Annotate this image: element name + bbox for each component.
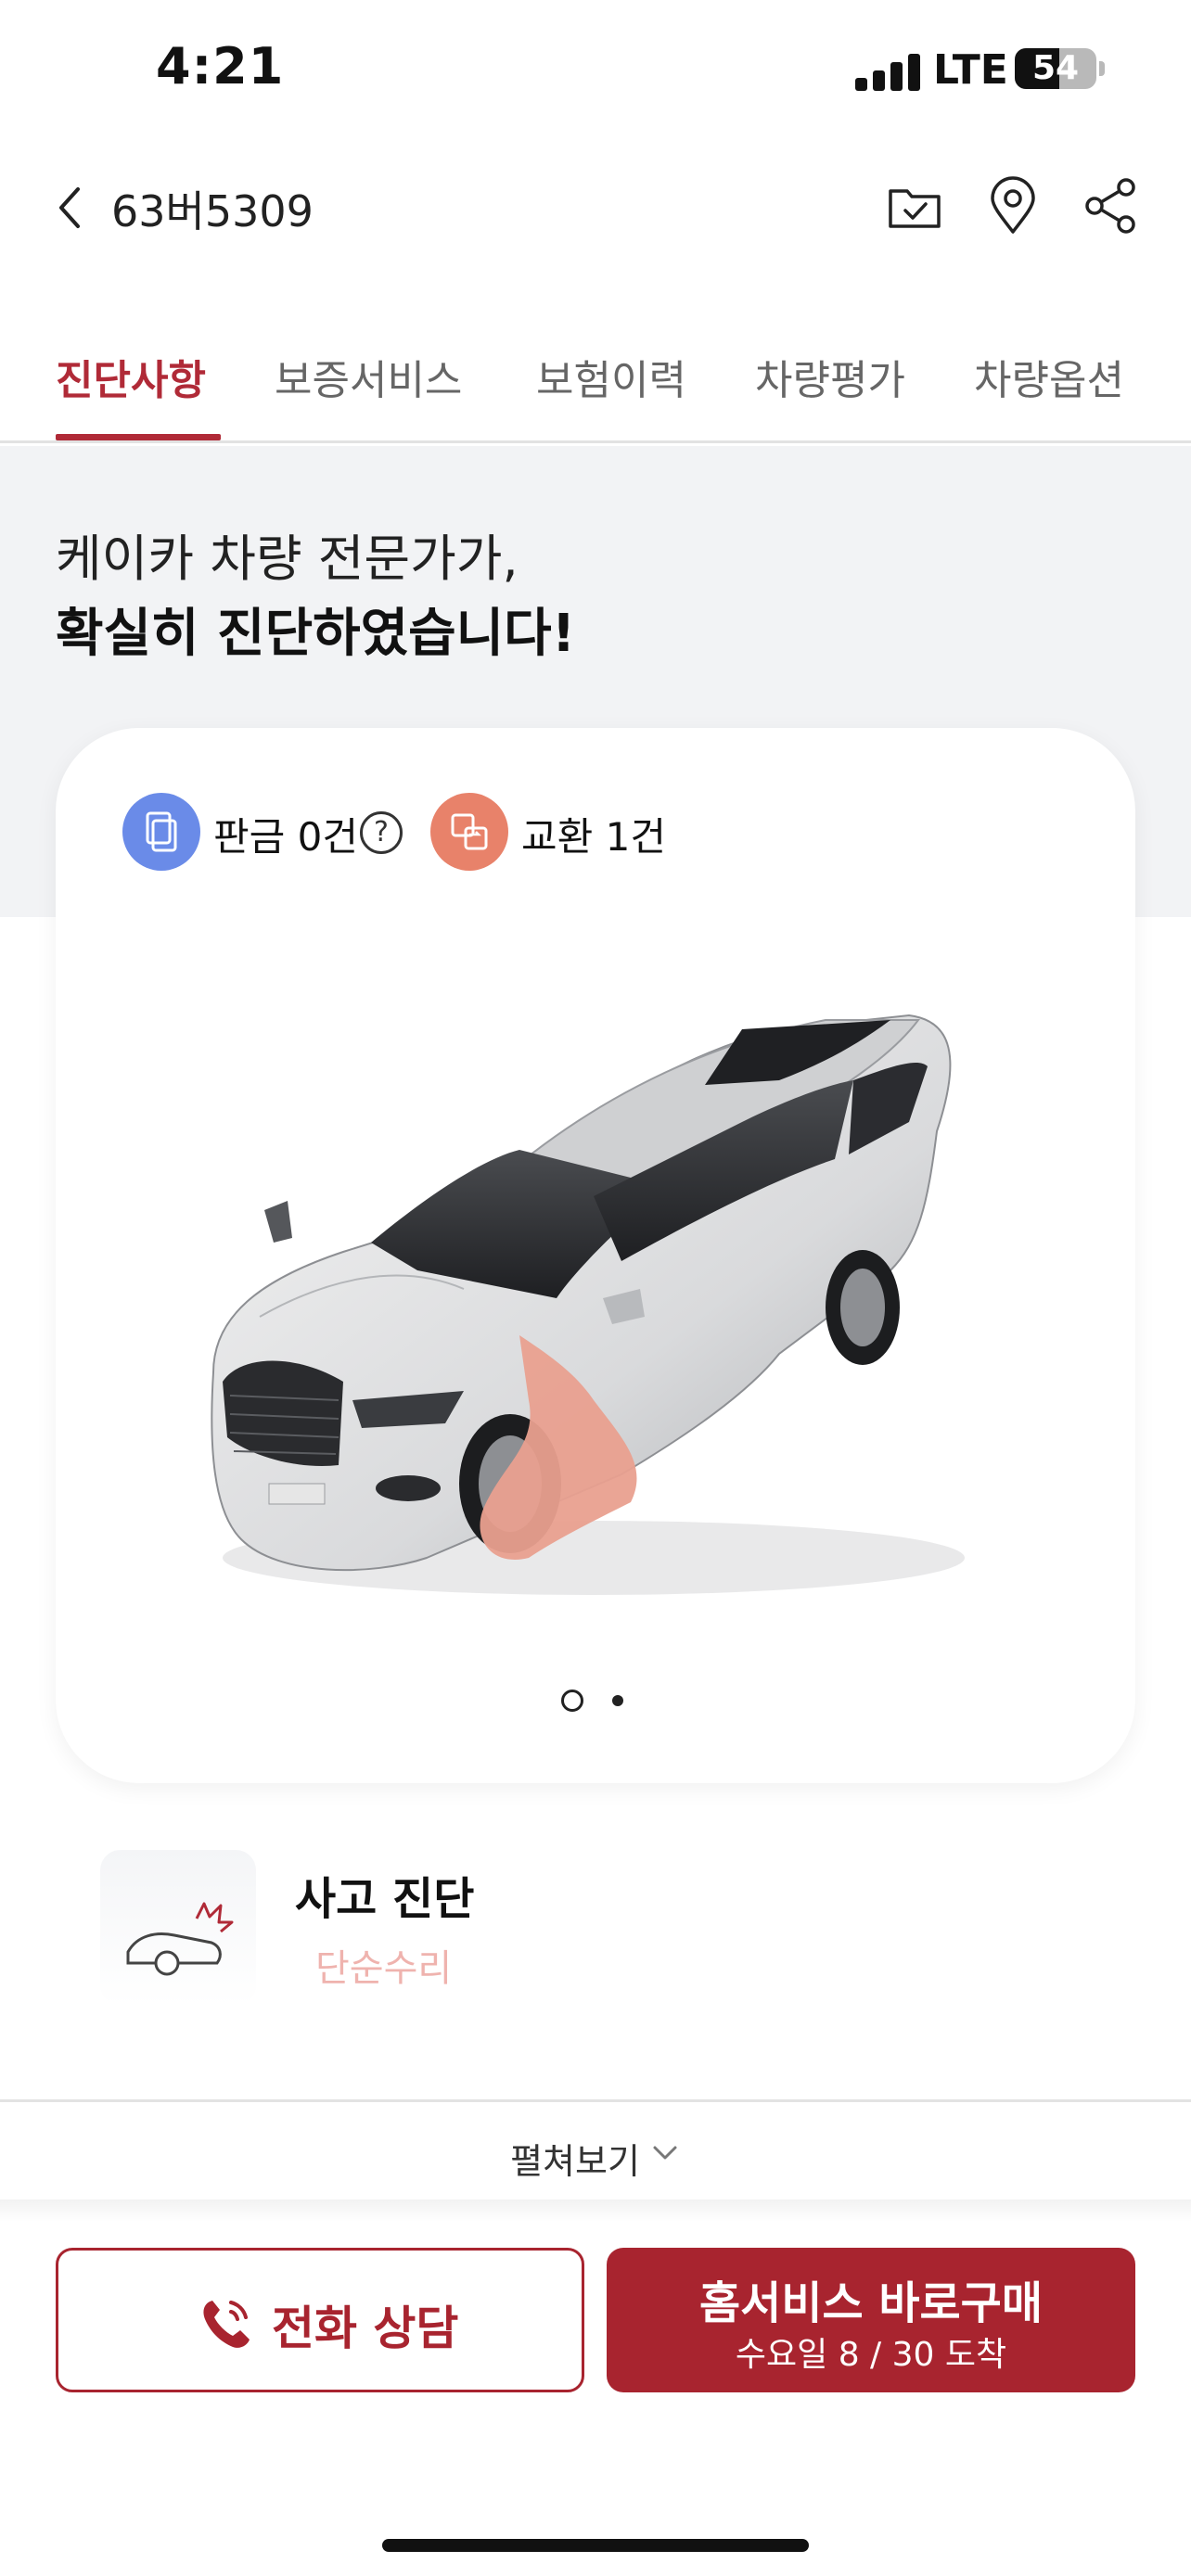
- top-header: 63버5309: [0, 158, 1191, 260]
- carousel-dot-2[interactable]: [612, 1695, 623, 1706]
- signal-icon: [855, 52, 920, 91]
- intro-line-1: 케이카 차량 전문가가,: [56, 529, 519, 588]
- phone-consult-label: 전화 상담: [272, 2302, 459, 2355]
- map-pin-icon[interactable]: [983, 176, 1043, 236]
- section-divider: [0, 2099, 1191, 2102]
- carousel-indicator: [0, 1686, 1191, 1714]
- status-time: 4:21: [156, 37, 285, 96]
- help-icon[interactable]: ?: [360, 811, 403, 854]
- legend-panel-label: 판금 0건: [213, 814, 358, 860]
- buy-label: 홈서비스 바로구매: [699, 2277, 1043, 2329]
- status-bar: 4:21 LTE 54: [0, 0, 1191, 139]
- active-tab-indicator: [56, 434, 221, 440]
- phone-icon: [203, 2301, 250, 2348]
- home-service-buy-button[interactable]: 홈서비스 바로구매 수요일 8 / 30 도착: [607, 2248, 1135, 2392]
- tab-vehicle-options[interactable]: 차량옵션: [974, 347, 1124, 406]
- chevron-left-icon[interactable]: [50, 184, 91, 232]
- car-crash-icon: [100, 1850, 256, 2006]
- intro-line-2: 확실히 진단하였습니다!: [56, 604, 576, 664]
- swap-icon: [430, 793, 508, 871]
- expand-label: 펼쳐보기: [510, 2141, 640, 2182]
- tab-insurance-history[interactable]: 보험이력: [536, 347, 686, 406]
- tab-warranty[interactable]: 보증서비스: [275, 347, 462, 406]
- carousel-dot-1[interactable]: [561, 1690, 583, 1712]
- copy-icon: [122, 793, 200, 871]
- tab-diagnosis[interactable]: 진단사항: [56, 347, 206, 406]
- accident-diagnosis-result: 단순수리: [315, 1947, 453, 1990]
- tab-bar: 진단사항 보증서비스 보험이력 차량평가 차량옵션: [0, 325, 1191, 443]
- accident-diagnosis-title: 사고 진단: [295, 1873, 475, 1925]
- phone-consult-button[interactable]: 전화 상담: [56, 2248, 584, 2392]
- delivery-date: 수요일 8 / 30 도착: [735, 2336, 1007, 2374]
- network-label: LTE: [933, 46, 1008, 94]
- car-illustration: [211, 1014, 965, 1595]
- battery-level: 54: [1031, 49, 1080, 87]
- tab-vehicle-evaluation[interactable]: 차량평가: [755, 347, 905, 406]
- home-indicator: [382, 2539, 809, 2552]
- bottom-bar-shadow: [0, 2200, 1191, 2222]
- battery-icon: 54: [1015, 48, 1096, 89]
- chevron-down-icon: [653, 2146, 677, 2160]
- legend-exchange-label: 교환 1건: [521, 814, 666, 860]
- battery-tip: [1099, 61, 1105, 76]
- expand-button[interactable]: 펼쳐보기: [0, 2133, 1191, 2188]
- folder-check-icon[interactable]: [885, 176, 944, 236]
- vehicle-plate-title: 63버5309: [111, 186, 314, 236]
- share-icon[interactable]: [1082, 176, 1141, 236]
